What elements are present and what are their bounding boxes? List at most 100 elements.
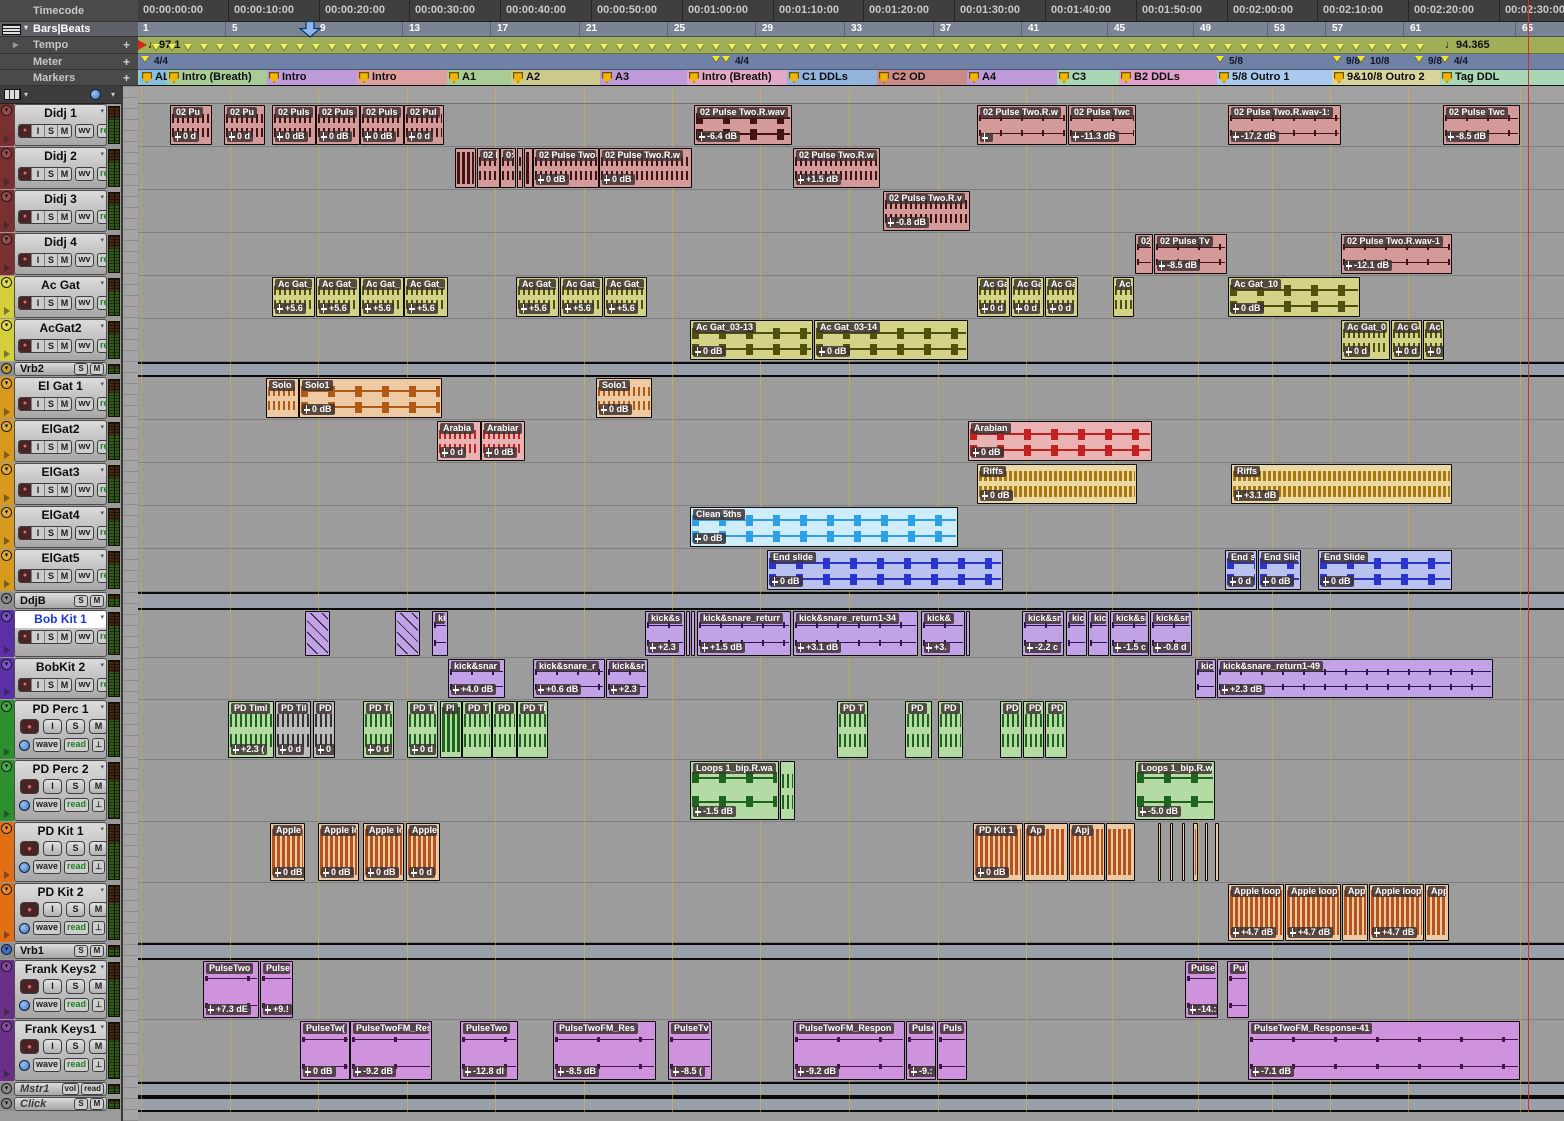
record-enable-button[interactable]: ● xyxy=(19,254,32,266)
clip-pl[interactable]: Pl xyxy=(440,701,462,758)
tempo-event-icon[interactable] xyxy=(280,44,288,50)
marker-flag-icon[interactable] xyxy=(169,72,179,83)
clip-ac-gat-[interactable]: Ac Gat_+5.6 xyxy=(404,277,448,317)
clip-gain-badge[interactable] xyxy=(980,133,993,142)
clip-gain-badge[interactable]: +5.6 xyxy=(607,303,638,314)
clip-ac-gat-[interactable]: Ac Gat_+5.6 xyxy=(516,277,559,317)
clip-pulsetv[interactable]: PulseTv-8.5 ( xyxy=(668,1021,712,1080)
clip-02-pulse-twc[interactable]: 02 Pulse Twc-8.5 dB xyxy=(1443,105,1520,145)
track-name[interactable]: PD Perc 1 xyxy=(15,701,106,718)
track-button-m[interactable]: M xyxy=(89,902,107,917)
tempo-event-icon[interactable] xyxy=(1288,44,1296,50)
automation-read-button[interactable]: red xyxy=(97,339,107,353)
track-header-pd-kit-2[interactable]: ▾PD Kit 2▾●ISMwaveread⊥ xyxy=(0,883,121,943)
record-enable-button[interactable]: ● xyxy=(19,441,32,453)
track-button-i[interactable]: I xyxy=(32,297,45,309)
clip-gain-badge[interactable]: -11.3 dB xyxy=(1071,131,1119,142)
tempo-event-icon[interactable] xyxy=(856,44,864,50)
clip-gain-badge[interactable]: +4.0 dB xyxy=(451,684,496,695)
collapse-toggle-icon[interactable]: ▾ xyxy=(1,659,12,670)
timebase-clock-icon[interactable] xyxy=(19,740,30,751)
clip-ac-gat[interactable]: Ac Gat0 d xyxy=(977,277,1010,317)
rec-input-solo-mute-group[interactable]: ●ISM xyxy=(18,210,72,224)
rec-input-solo-mute-group[interactable]: ●ISM xyxy=(18,630,72,644)
tempo-event-icon[interactable] xyxy=(712,44,720,50)
tempo-event-icon[interactable] xyxy=(904,44,912,50)
track-button-s[interactable]: S xyxy=(66,902,85,917)
collapse-toggle-icon[interactable]: ▾ xyxy=(1,701,12,712)
track-header-elgat4[interactable]: ▾ElGat4▾●ISMwvred xyxy=(0,506,121,549)
marker-segment[interactable]: Tag DDL xyxy=(1440,70,1564,85)
tempo-event-icon[interactable] xyxy=(488,44,496,50)
marker-flag-icon[interactable] xyxy=(1334,72,1344,83)
automation-read-button[interactable]: red xyxy=(97,483,107,497)
clip-02-pulse-two-r-wav-1-[interactable]: 02 Pulse Two.R.wav-1:-17.2 dB xyxy=(1228,105,1341,145)
clip-gain-badge[interactable]: 0 d xyxy=(1344,346,1370,357)
track-button-s[interactable]: S xyxy=(66,1039,85,1054)
clip-pd-ti[interactable]: PD Ti xyxy=(517,701,548,758)
clip-gain-badge[interactable]: +3. xyxy=(924,642,950,653)
playlist-arrow-icon[interactable] xyxy=(4,688,10,696)
clip-solo[interactable]: Solo xyxy=(266,378,299,418)
tempo-event-icon[interactable] xyxy=(584,44,592,50)
waveform-view-button[interactable]: wv xyxy=(75,569,94,583)
tempo-event-icon[interactable] xyxy=(312,44,320,50)
clip-pd-til[interactable]: PD Til0 d xyxy=(407,701,438,758)
automation-icon[interactable]: ⊥ xyxy=(92,998,105,1012)
clip-pd-ti[interactable]: PD Ti0 d xyxy=(313,701,335,758)
clip-gain-badge[interactable]: +5.6 xyxy=(563,303,594,314)
tempo-event-icon[interactable] xyxy=(1080,44,1088,50)
waveform-view-button[interactable]: wv xyxy=(75,124,94,138)
clip-02-pu[interactable]: 02 Pu0 d xyxy=(170,105,212,145)
waveform-view-button[interactable]: wv xyxy=(75,678,94,692)
track-button-i[interactable]: I xyxy=(32,125,45,137)
waveform-view-button[interactable]: wv xyxy=(75,526,94,540)
track-header-didj-3[interactable]: ▾Didj 3▾●ISMwvred xyxy=(0,190,121,233)
automation-read-button[interactable]: red xyxy=(97,296,107,310)
clip-ac[interactable]: Ac xyxy=(1113,277,1134,317)
clip-solo1[interactable]: Solo10 dB xyxy=(596,378,652,418)
tempo-event-icon[interactable] xyxy=(200,44,208,50)
tempo-event-icon[interactable] xyxy=(1128,44,1136,50)
clip-gain-badge[interactable]: 0 d xyxy=(173,131,199,142)
record-enable-button[interactable]: ● xyxy=(19,527,32,539)
tempo-event-icon[interactable] xyxy=(1304,44,1312,50)
track-name[interactable]: Ac Gat xyxy=(15,277,106,294)
clip-gain-badge[interactable]: 0 d xyxy=(440,447,466,458)
marker-flag-icon[interactable] xyxy=(1059,72,1069,83)
marker-flag-icon[interactable] xyxy=(513,72,523,83)
automation-read-button[interactable]: red xyxy=(97,124,107,138)
automation-read-button[interactable]: red xyxy=(97,210,107,224)
tempo-event-icon[interactable] xyxy=(1400,44,1408,50)
track-button-i[interactable]: I xyxy=(32,168,45,180)
clip-02-pulse-two-r-w[interactable]: 02 Pulse Two.R.w0 dB xyxy=(599,148,692,188)
rec-input-solo-mute-group[interactable]: ●ISM xyxy=(18,483,72,497)
marker-flag-icon[interactable] xyxy=(789,72,799,83)
meter-event-icon[interactable] xyxy=(722,56,730,62)
track-button-vol[interactable]: vol xyxy=(62,1083,80,1095)
automation-read-button[interactable]: red xyxy=(97,397,107,411)
tempo-event-icon[interactable] xyxy=(520,44,528,50)
record-enable-button[interactable]: ● xyxy=(20,841,39,856)
clip-pd-til[interactable]: PD Til0 d xyxy=(275,701,311,758)
clip-segment[interactable] xyxy=(1158,823,1161,881)
clip-gain-badge[interactable]: 0 d xyxy=(1228,576,1254,587)
tempo-event-icon[interactable] xyxy=(792,44,800,50)
clip-02-puls[interactable]: 02 Puls0 dB xyxy=(316,105,360,145)
marker-segment[interactable]: A1 xyxy=(447,70,511,85)
collapse-toggle-icon[interactable]: ▾ xyxy=(1,507,12,518)
clip-02-pulse-two-r-w[interactable]: 02 Pulse Two.R.w+1.5 dB xyxy=(793,148,880,188)
clip-gain-badge[interactable]: -0.8 dB xyxy=(886,217,929,228)
track-header-click[interactable]: ▾ClickSM xyxy=(0,1097,121,1112)
track-button-s[interactable]: S xyxy=(45,168,58,180)
clip-02-pulse-two-r-wav[interactable]: 02 Pulse Two.R.wav-6.4 dB xyxy=(694,105,792,145)
track-button-m[interactable]: M xyxy=(89,841,107,856)
track-button-i[interactable]: I xyxy=(32,570,45,582)
clip-gain-badge[interactable]: -12.8 dl xyxy=(463,1066,507,1077)
track-button-m[interactable]: M xyxy=(58,254,71,266)
clip-pd-t[interactable]: PD T xyxy=(837,701,868,758)
playlist-arrow-icon[interactable] xyxy=(4,810,10,818)
meter-event-icon[interactable] xyxy=(1357,56,1365,62)
marker-flag-icon[interactable] xyxy=(1219,72,1229,83)
meter-event-icon[interactable] xyxy=(1441,56,1449,62)
